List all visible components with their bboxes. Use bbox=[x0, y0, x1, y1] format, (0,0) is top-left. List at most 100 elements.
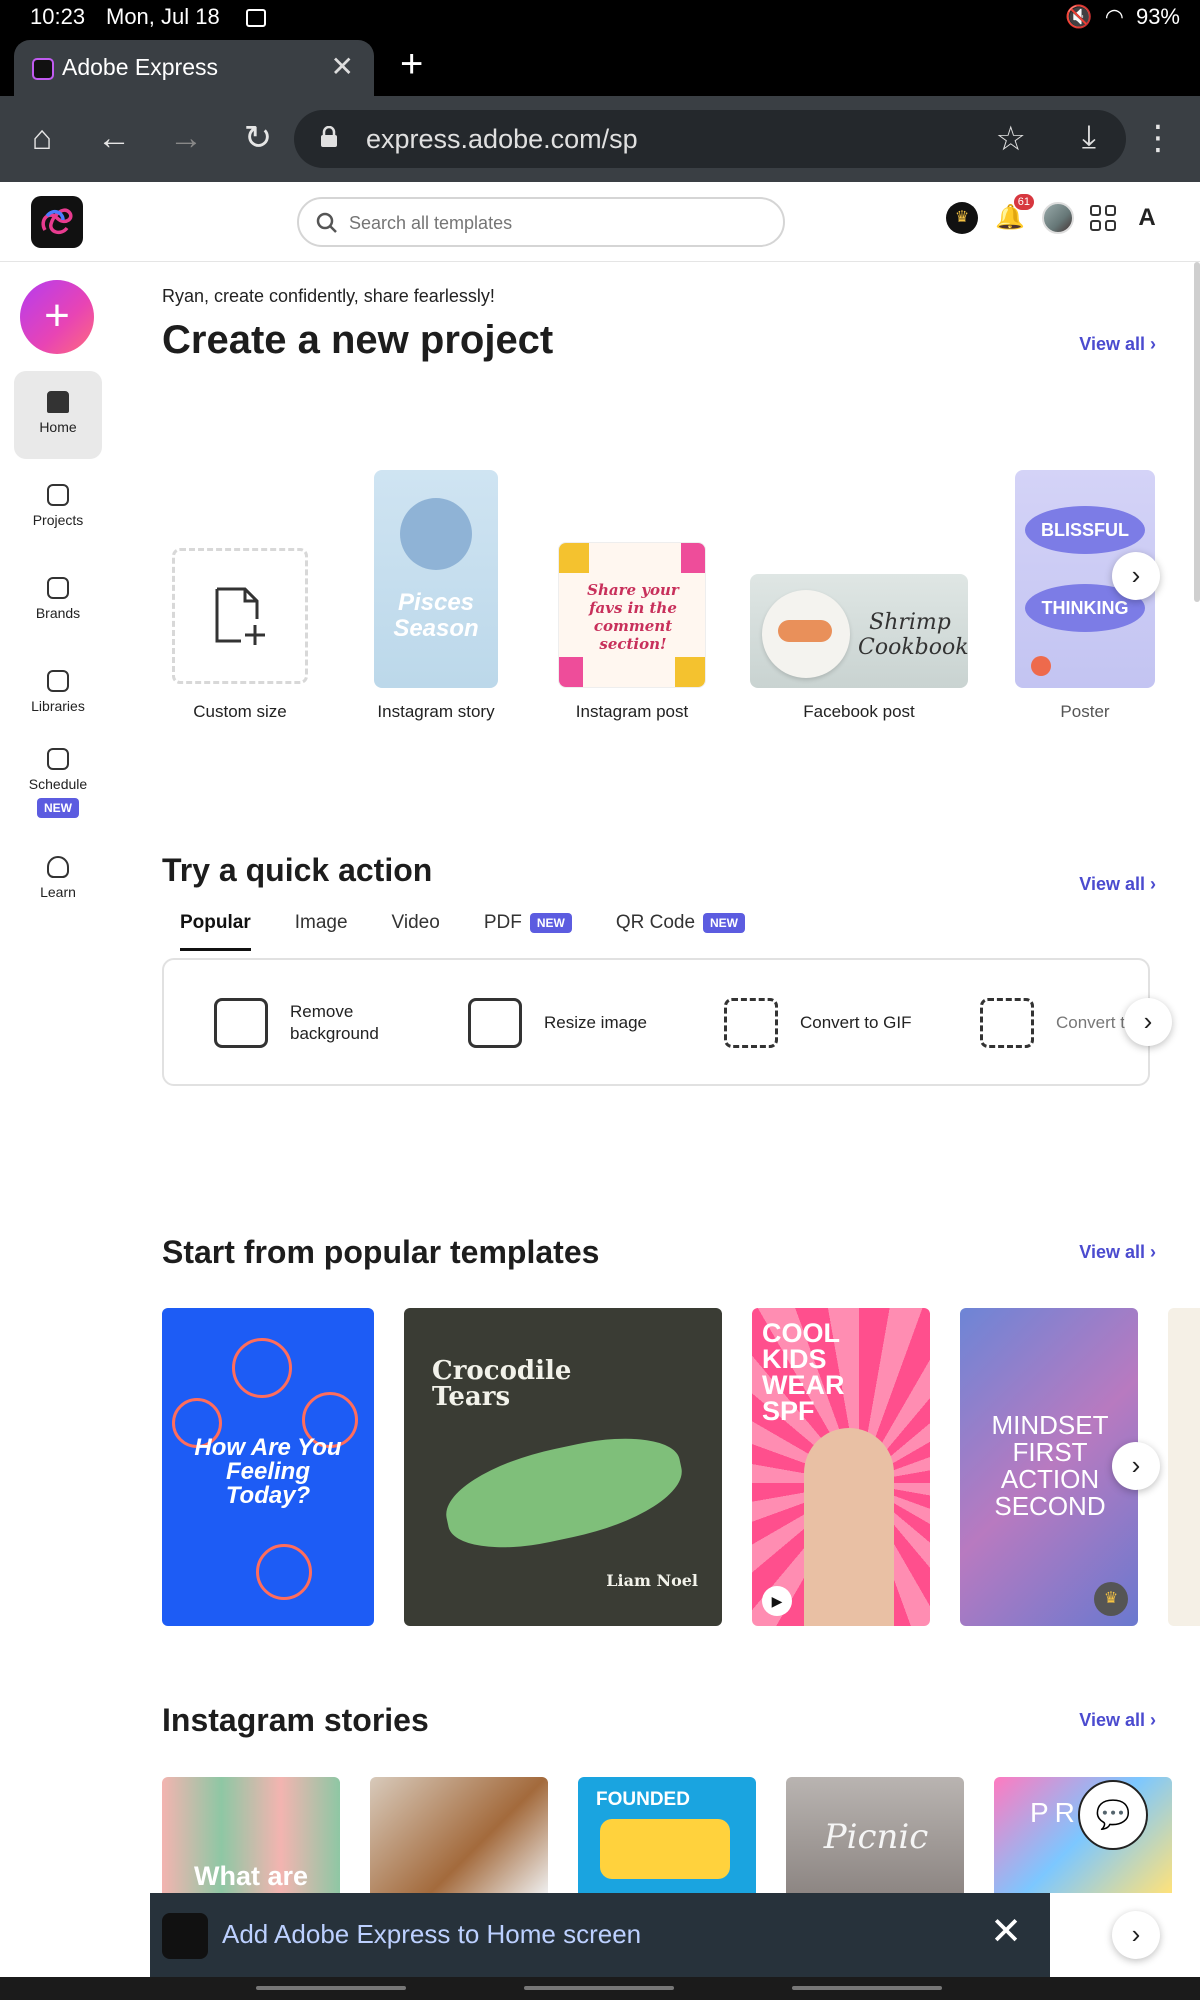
forward-icon[interactable]: → bbox=[166, 118, 206, 158]
poster-dot bbox=[1031, 656, 1051, 676]
rail-label-home: Home bbox=[39, 419, 77, 435]
lock-icon bbox=[321, 126, 337, 147]
quick-actions-next-arrow[interactable]: › bbox=[1124, 998, 1172, 1046]
back-icon[interactable]: ← bbox=[94, 118, 134, 158]
user-avatar[interactable] bbox=[1042, 202, 1074, 234]
story-pride[interactable]: PR bbox=[994, 1777, 1172, 1893]
template-cool-kids[interactable]: COOL KIDS WEAR SPF ▶ bbox=[752, 1308, 930, 1626]
rail-item-schedule[interactable]: Schedule NEW bbox=[14, 748, 102, 818]
rail-item-brands[interactable]: Brands bbox=[14, 577, 102, 621]
story-text: Picnic bbox=[823, 1817, 929, 1857]
custom-size-icon bbox=[215, 587, 265, 645]
page-scrollbar[interactable] bbox=[1194, 262, 1200, 602]
template-how-are-you[interactable]: How Are You Feeling Today? bbox=[162, 1308, 374, 1626]
browser-toolbar: ⌂ ← → ↻ express.adobe.com/sp ☆ ⤓ ⋮ bbox=[0, 96, 1200, 182]
premium-crown-icon[interactable]: ♛ bbox=[946, 202, 978, 234]
image-notification-icon bbox=[246, 9, 266, 27]
create-view-all-link[interactable]: View all › bbox=[1079, 334, 1156, 355]
rail-item-home[interactable]: Home bbox=[14, 371, 102, 459]
story-dog[interactable] bbox=[370, 1777, 548, 1893]
search-input[interactable] bbox=[349, 209, 749, 237]
projects-next-arrow[interactable]: › bbox=[1112, 552, 1160, 600]
quick-action-convert-gif[interactable]: Convert to GIF bbox=[724, 998, 911, 1048]
project-type-label: Instagram post bbox=[575, 702, 689, 721]
mute-icon: 🔇 bbox=[1065, 4, 1093, 29]
schedule-new-badge: NEW bbox=[37, 798, 79, 818]
projects-icon bbox=[47, 484, 69, 506]
tab-image[interactable]: Image bbox=[295, 912, 348, 951]
image-icon bbox=[214, 998, 268, 1048]
apps-grid-icon[interactable] bbox=[1090, 205, 1116, 231]
new-tab-icon[interactable]: + bbox=[400, 44, 423, 84]
tab-qr-code[interactable]: QR Code NEW bbox=[616, 912, 746, 951]
quick-action-remove-background[interactable]: Remove background bbox=[214, 998, 400, 1048]
emoji-face bbox=[232, 1338, 292, 1398]
quick-action-resize-image[interactable]: Resize image bbox=[468, 998, 647, 1048]
template-search[interactable] bbox=[297, 197, 785, 247]
rail-item-libraries[interactable]: Libraries bbox=[14, 670, 102, 714]
notifications-bell-icon[interactable]: 🔔 61 bbox=[994, 194, 1034, 234]
instagram-post-tile[interactable]: Share your favs in the comment section! bbox=[558, 542, 706, 688]
brands-icon bbox=[47, 577, 69, 599]
stories-next-arrow[interactable]: › bbox=[1112, 1911, 1160, 1959]
browser-tab-strip: Adobe Express ✕ + bbox=[0, 36, 1200, 96]
adobe-logo-icon[interactable]: A bbox=[1132, 204, 1162, 232]
instagram-story-tile[interactable]: Pisces Season bbox=[374, 470, 498, 688]
adobe-express-logo bbox=[162, 1913, 208, 1959]
browser-tab[interactable]: Adobe Express ✕ bbox=[14, 40, 374, 96]
nav-pill bbox=[256, 1986, 406, 1990]
search-icon bbox=[316, 212, 337, 233]
tab-video[interactable]: Video bbox=[392, 912, 440, 951]
tab-title: Adobe Express bbox=[62, 54, 218, 80]
home-icon[interactable]: ⌂ bbox=[22, 118, 62, 158]
template-author: Liam Noel bbox=[606, 1571, 698, 1590]
project-type-label: Facebook post bbox=[803, 702, 915, 721]
rail-label-libraries: Libraries bbox=[31, 698, 85, 714]
pisces-circle bbox=[400, 498, 472, 570]
qr-new-badge: NEW bbox=[703, 912, 746, 933]
wifi-icon: ◠ bbox=[1104, 4, 1124, 29]
bookmark-star-icon[interactable]: ☆ bbox=[996, 119, 1026, 159]
nav-pill bbox=[792, 1986, 942, 1990]
person-shape bbox=[804, 1428, 894, 1626]
story-cactus[interactable]: What are bbox=[162, 1777, 340, 1893]
quick-action-convert[interactable]: Convert to bbox=[980, 998, 1134, 1048]
rail-item-projects[interactable]: Projects bbox=[14, 484, 102, 528]
corner-shape bbox=[559, 543, 589, 573]
template-partial[interactable] bbox=[1168, 1308, 1200, 1626]
premium-crown-icon: ♛ bbox=[1094, 1582, 1128, 1616]
project-type-label: Custom size bbox=[193, 702, 287, 721]
notification-count: 61 bbox=[1013, 194, 1034, 210]
reload-icon[interactable]: ↻ bbox=[238, 118, 278, 158]
story-picnic[interactable]: Picnic bbox=[786, 1777, 964, 1893]
post-tile-text: Share your favs in the comment section! bbox=[587, 581, 679, 653]
chat-support-icon[interactable]: 💬 bbox=[1078, 1780, 1148, 1850]
adobe-express-logo[interactable] bbox=[31, 196, 83, 248]
templates-view-all-link[interactable]: View all › bbox=[1079, 1242, 1156, 1263]
project-type-label: Instagram story bbox=[377, 702, 495, 721]
greeting-text: Ryan, create confidently, share fearless… bbox=[162, 286, 495, 306]
create-new-button[interactable]: + bbox=[20, 280, 94, 354]
rail-label-projects: Projects bbox=[32, 512, 84, 528]
close-icon[interactable]: ✕ bbox=[990, 1909, 1022, 1954]
libraries-icon bbox=[47, 670, 69, 692]
stories-title: Instagram stories bbox=[162, 1702, 429, 1738]
quick-view-all-link[interactable]: View all › bbox=[1079, 874, 1156, 895]
story-shop-queer[interactable]: FOUNDED bbox=[578, 1777, 756, 1893]
tab-popular[interactable]: Popular bbox=[180, 912, 251, 951]
home-icon bbox=[47, 391, 69, 413]
stories-view-all-link[interactable]: View all › bbox=[1079, 1710, 1156, 1731]
template-text: MINDSET FIRST ACTION SECOND bbox=[991, 1410, 1109, 1521]
templates-next-arrow[interactable]: › bbox=[1112, 1442, 1160, 1490]
template-crocodile-tears[interactable]: Crocodile Tears Liam Noel bbox=[404, 1308, 722, 1626]
menu-icon[interactable]: ⋮ bbox=[1138, 118, 1178, 158]
custom-size-tile[interactable] bbox=[172, 548, 308, 684]
address-bar[interactable]: express.adobe.com/sp ☆ ⤓ bbox=[294, 110, 1126, 168]
tab-pdf[interactable]: PDF NEW bbox=[484, 912, 572, 951]
template-text: How Are You Feeling Today? bbox=[194, 1434, 342, 1509]
facebook-post-tile[interactable]: Shrimp Cookbook bbox=[750, 574, 968, 688]
rail-item-learn[interactable]: Learn bbox=[14, 856, 102, 900]
download-icon[interactable]: ⤓ bbox=[1082, 118, 1096, 156]
install-banner[interactable]: Add Adobe Express to Home screen ✕ bbox=[150, 1893, 1050, 1977]
close-tab-icon[interactable]: ✕ bbox=[331, 50, 354, 83]
